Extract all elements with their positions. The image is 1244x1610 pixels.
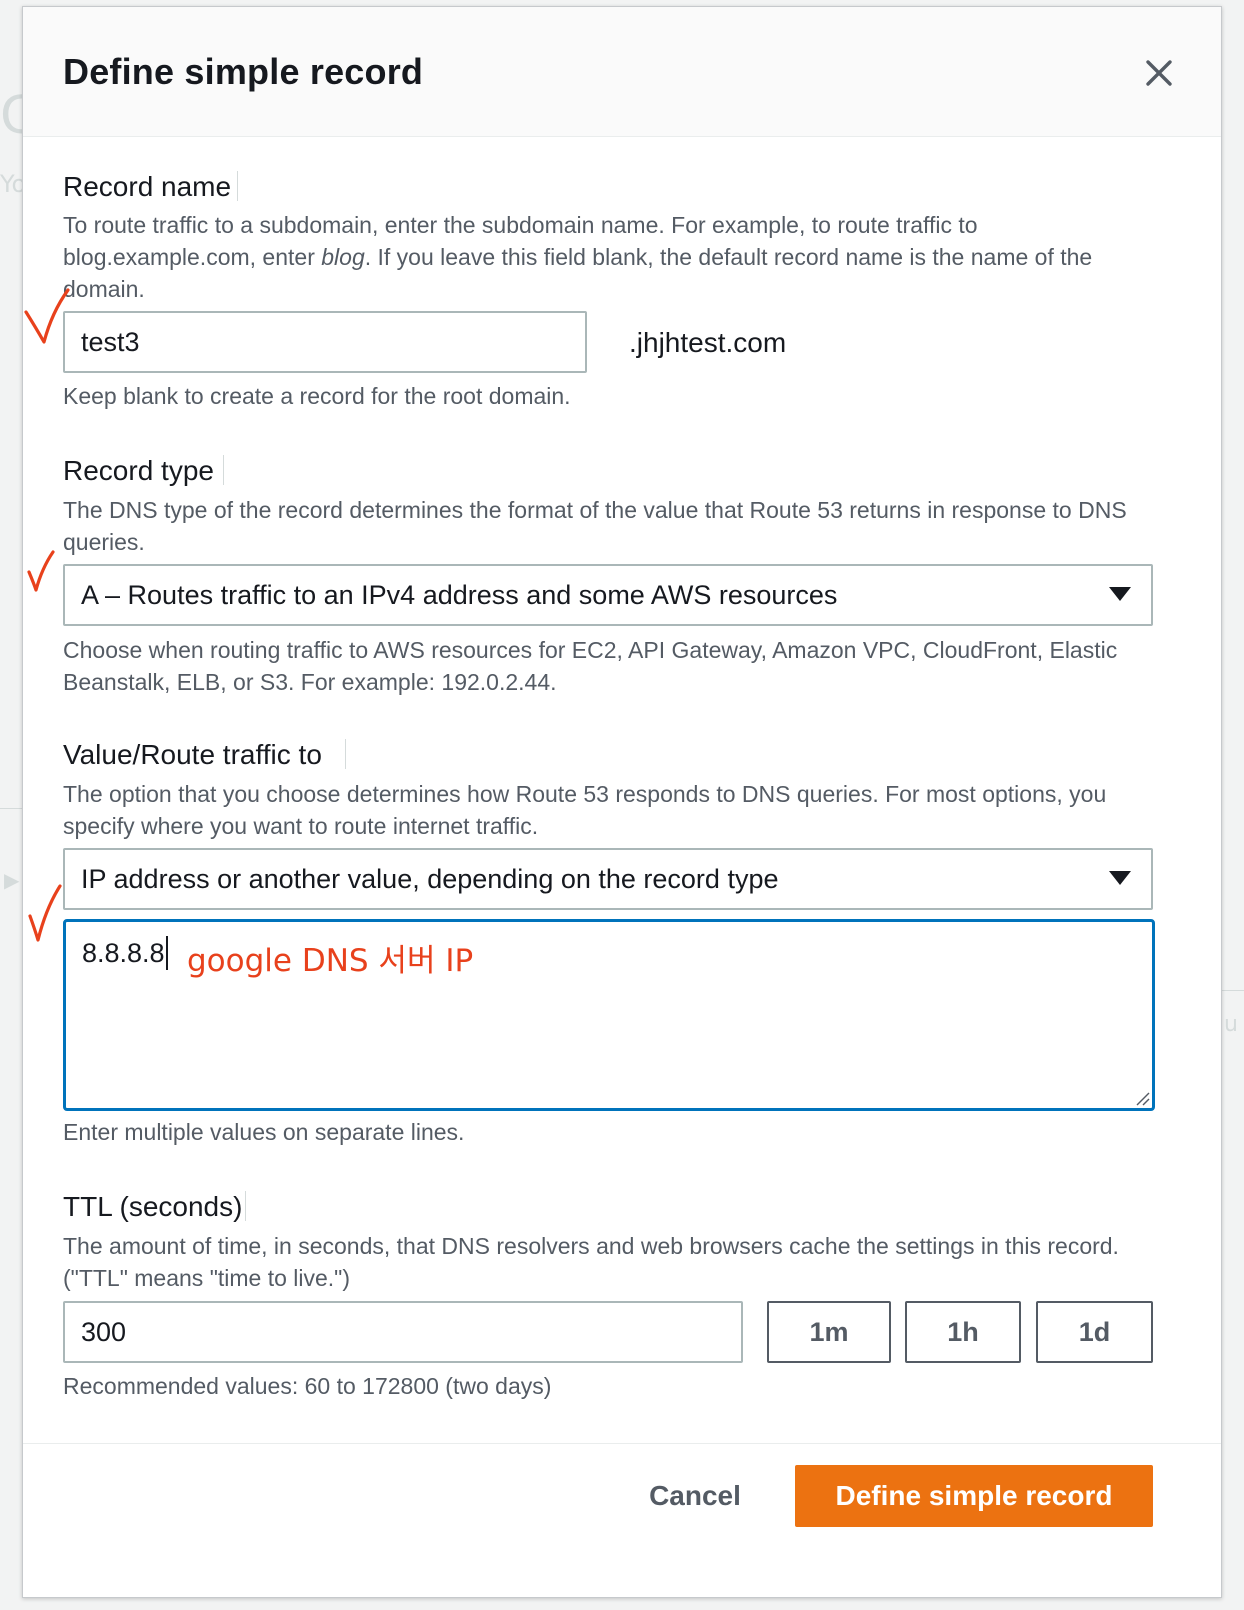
ttl-description: The amount of time, in seconds, that DNS… (63, 1233, 1119, 1291)
ttl-1d-button[interactable]: 1d (1036, 1301, 1153, 1363)
text-cursor (166, 936, 168, 970)
checkmark-icon (27, 550, 55, 592)
close-icon (1146, 60, 1172, 86)
record-type-constraint: Choose when routing traffic to AWS resou… (63, 637, 1118, 695)
domain-suffix: .jhjhtest.com (629, 327, 787, 358)
value-text: 8.8.8.8 (82, 938, 165, 968)
caret-down-icon (1109, 587, 1131, 601)
resize-handle-icon[interactable] (1134, 1090, 1150, 1106)
annotation-note: google DNS 서버 IP (187, 943, 474, 979)
ttl-1h-button[interactable]: 1h (905, 1301, 1021, 1363)
record-name-constraint: Keep blank to create a record for the ro… (63, 383, 571, 409)
record-type-select[interactable]: A – Routes traffic to an IPv4 address an… (63, 564, 1153, 626)
record-name-label: Record name (63, 171, 232, 202)
info-divider (245, 1191, 246, 1221)
modal-header: Define simple record (23, 7, 1221, 137)
checkmark-icon (28, 884, 62, 942)
ttl-1m-button[interactable]: 1m (767, 1301, 891, 1363)
value-route-description: The option that you choose determines ho… (63, 781, 1107, 839)
ttl-label: TTL (seconds) (63, 1191, 243, 1222)
backdrop-caret-icon: ▶ (4, 868, 20, 892)
define-simple-record-button[interactable]: Define simple record (795, 1465, 1153, 1527)
record-name-description: To route traffic to a subdomain, enter t… (63, 212, 1093, 302)
record-name-input[interactable]: test3 (63, 311, 587, 373)
footer-divider (23, 1443, 1221, 1444)
define-record-modal: Define simple record Record name To rout… (22, 6, 1222, 1598)
backdrop-text: u (1224, 1012, 1238, 1037)
route-target-select[interactable]: IP address or another value, depending o… (63, 848, 1153, 910)
record-type-description: The DNS type of the record determines th… (63, 497, 1127, 555)
ttl-constraint: Recommended values: 60 to 172800 (two da… (63, 1373, 552, 1399)
value-constraint: Enter multiple values on separate lines. (63, 1119, 465, 1145)
info-divider (223, 455, 224, 485)
checkmark-icon (24, 288, 70, 344)
ttl-input[interactable]: 300 (63, 1301, 743, 1363)
close-button[interactable] (1141, 55, 1177, 91)
backdrop-divider (1222, 990, 1244, 991)
caret-down-icon (1109, 871, 1131, 885)
backdrop-divider (0, 808, 22, 809)
record-type-label: Record type (63, 455, 214, 486)
cancel-button[interactable]: Cancel (635, 1465, 755, 1527)
value-route-label: Value/Route traffic to (63, 739, 322, 770)
modal-title: Define simple record (63, 51, 424, 92)
info-divider (345, 739, 346, 769)
info-divider (237, 171, 238, 201)
